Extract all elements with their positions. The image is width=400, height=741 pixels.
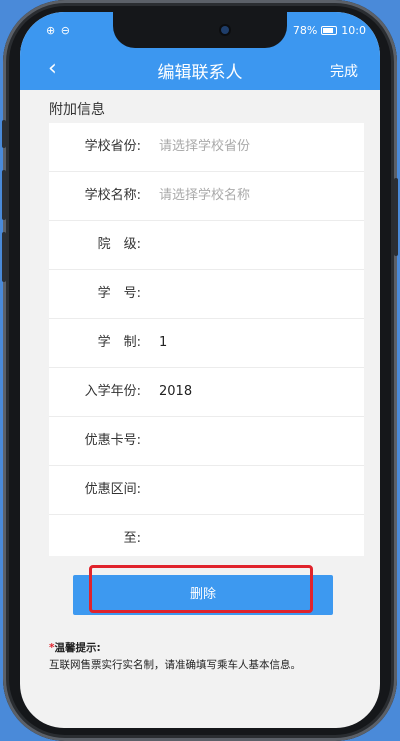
field-school-province[interactable]: 学校省份: 请选择学校省份: [49, 123, 364, 172]
delete-area: 删除: [73, 565, 333, 615]
program-length-input[interactable]: 1: [159, 319, 167, 367]
volume-up-button: [2, 170, 6, 220]
section-header: 附加信息: [20, 90, 380, 123]
notch: [113, 12, 287, 48]
extra-info-form: 学校省份: 请选择学校省份 学校名称: 请选择学校名称 院 级: 学 号: 学 …: [49, 123, 364, 556]
field-discount-card[interactable]: 优惠卡号:: [49, 417, 364, 466]
tips-body: 互联网售票实行实名制，请准确填写乘车人基本信息。: [49, 659, 301, 671]
field-enrollment-year[interactable]: 入学年份: 2018: [49, 368, 364, 417]
field-label: 优惠卡号:: [84, 433, 141, 448]
field-label: 学校省份:: [84, 139, 141, 154]
tips-block: *温馨提示: 互联网售票实行实名制，请准确填写乘车人基本信息。: [49, 640, 369, 672]
field-label: 入学年份:: [84, 384, 141, 399]
section-title: 附加信息: [49, 102, 105, 118]
volume-down-button: [2, 232, 6, 282]
enrollment-year-input[interactable]: 2018: [159, 368, 192, 416]
battery-icon: [321, 26, 338, 35]
field-label: 至:: [123, 531, 141, 546]
phone-frame: ⊕ ⊖ 78% 10:0 ‹ 编辑联系人 完成 附加信息 学校省份: 请选择学校…: [2, 0, 398, 741]
field-program-length[interactable]: 学 制: 1: [49, 319, 364, 368]
school-name-select[interactable]: 请选择学校名称: [159, 172, 250, 220]
tips-title: *温馨提示:: [49, 640, 369, 655]
status-icons: ⊕ ⊖: [46, 24, 71, 37]
tips-title-text: 温馨提示:: [54, 642, 101, 654]
field-student-id[interactable]: 学 号:: [49, 270, 364, 319]
done-button[interactable]: 完成: [330, 61, 358, 81]
field-label: 优惠区间:: [84, 482, 141, 497]
school-province-select[interactable]: 请选择学校省份: [159, 123, 250, 171]
field-discount-to[interactable]: 至:: [49, 515, 364, 563]
nav-bar: ‹ 编辑联系人 完成: [20, 50, 380, 90]
field-school-name[interactable]: 学校名称: 请选择学校名称: [49, 172, 364, 221]
status-right: 78% 10:0: [293, 24, 366, 37]
power-button: [394, 178, 398, 256]
camera-icon: [221, 26, 229, 34]
status-time: 10:0: [341, 24, 366, 37]
phone-screen: ⊕ ⊖ 78% 10:0 ‹ 编辑联系人 完成 附加信息 学校省份: 请选择学校…: [20, 12, 380, 728]
field-department[interactable]: 院 级:: [49, 221, 364, 270]
field-discount-from[interactable]: 优惠区间:: [49, 466, 364, 515]
field-label: 院 级:: [97, 237, 141, 252]
page-title: 编辑联系人: [157, 63, 243, 83]
field-label: 学 号:: [97, 286, 141, 301]
field-label: 学校名称:: [84, 188, 141, 203]
field-label: 学 制:: [97, 335, 141, 350]
delete-button[interactable]: 删除: [73, 575, 333, 615]
battery-percent: 78%: [292, 24, 318, 37]
mute-switch: [2, 120, 6, 148]
